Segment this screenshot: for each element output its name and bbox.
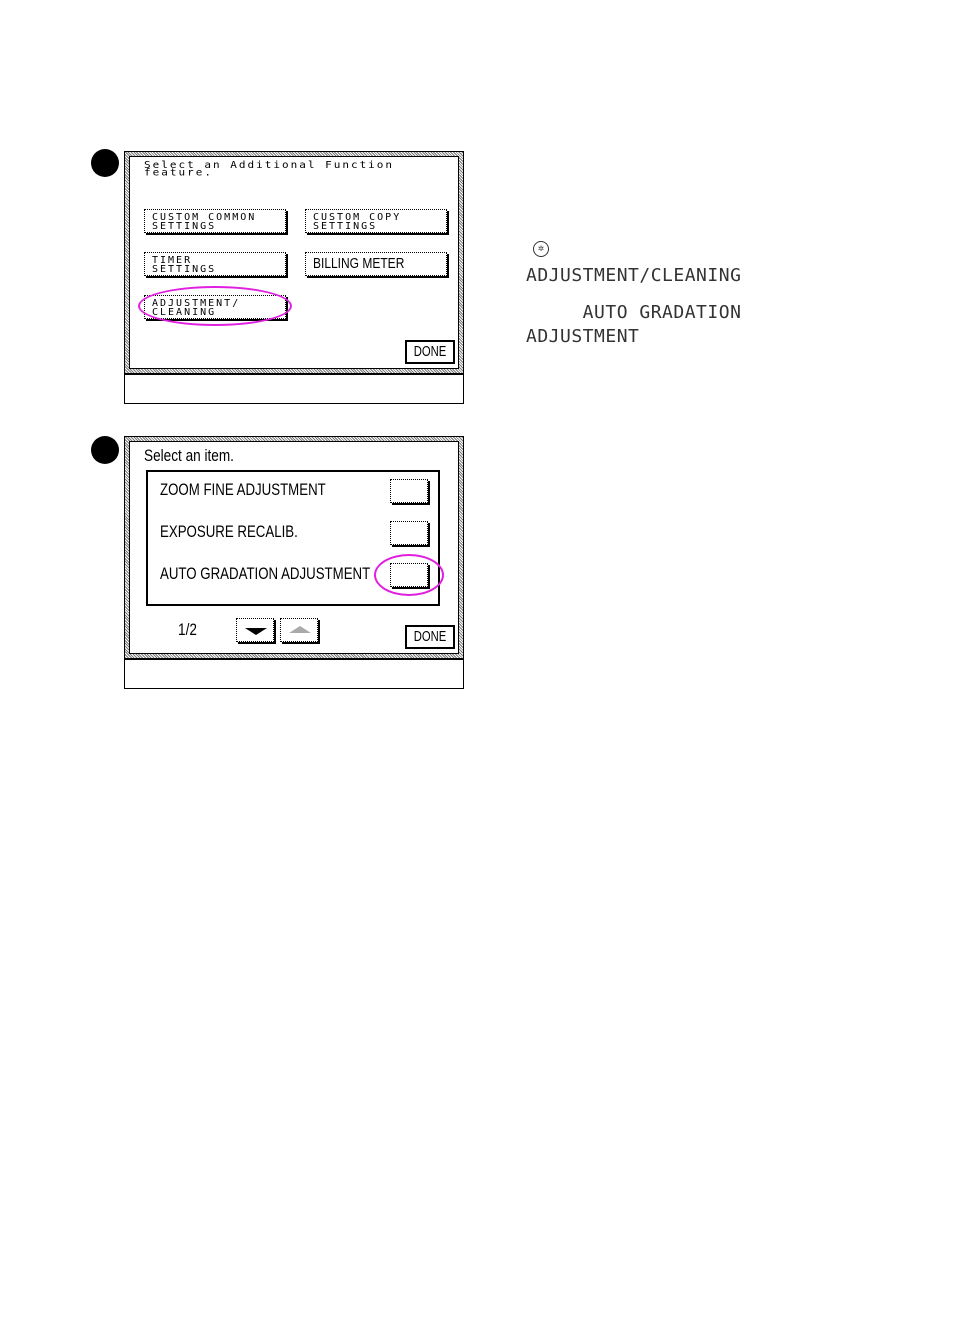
billing-meter-button[interactable]: BILLING METER xyxy=(305,252,447,276)
step-2-marker xyxy=(91,436,119,464)
touch-screen: Select an item. ZOOM FINE ADJUSTMENT EXP… xyxy=(125,437,463,658)
additional-functions-panel: Select an Additional Function feature. C… xyxy=(124,151,464,404)
item-list: ZOOM FINE ADJUSTMENT EXPOSURE RECALIB. A… xyxy=(146,470,444,606)
item-label: EXPOSURE RECALIB. xyxy=(160,522,298,541)
additional-functions-key-icon: ✲ xyxy=(533,241,549,257)
done-button[interactable]: DONE xyxy=(405,340,455,364)
screen-title: Select an item. xyxy=(144,446,234,465)
done-button[interactable]: DONE xyxy=(405,625,455,649)
exposure-recalib-button[interactable] xyxy=(390,521,428,545)
list-item: AUTO GRADATION ADJUSTMENT xyxy=(160,560,430,590)
instruction-line-2: AUTO GRADATION xyxy=(526,302,742,323)
button-label: SETTINGS xyxy=(152,221,217,232)
button-label: CLEANING xyxy=(152,307,217,318)
item-label: ZOOM FINE ADJUSTMENT xyxy=(160,480,326,499)
touch-screen: Select an Additional Function feature. C… xyxy=(125,152,463,373)
status-strip xyxy=(125,658,463,690)
done-label: DONE xyxy=(413,343,447,360)
screen-title: Select an Additional Function feature. xyxy=(144,160,394,177)
button-label: SETTINGS xyxy=(313,221,378,232)
button-label: BILLING METER xyxy=(313,255,405,272)
list-item: EXPOSURE RECALIB. xyxy=(160,518,430,548)
done-label: DONE xyxy=(413,628,447,645)
adjustment-cleaning-button[interactable]: ADJUSTMENT/CLEANING xyxy=(144,295,286,319)
auto-gradation-adjustment-button[interactable] xyxy=(390,563,428,587)
status-strip xyxy=(125,373,463,405)
button-label: SETTINGS xyxy=(152,264,217,275)
custom-copy-settings-button[interactable]: CUSTOM COPY SETTINGS xyxy=(305,209,447,233)
page-up-button[interactable] xyxy=(280,618,318,642)
arrow-down-icon xyxy=(245,628,267,635)
zoom-fine-adjustment-button[interactable] xyxy=(390,479,428,503)
select-item-panel: Select an item. ZOOM FINE ADJUSTMENT EXP… xyxy=(124,436,464,689)
item-label: AUTO GRADATION ADJUSTMENT xyxy=(160,564,371,583)
page-indicator: 1/2 xyxy=(178,620,197,639)
instruction-line-1: ADJUSTMENT/CLEANING xyxy=(526,265,742,286)
timer-settings-button[interactable]: TIMER SETTINGS xyxy=(144,252,286,276)
list-item: ZOOM FINE ADJUSTMENT xyxy=(160,476,430,506)
instruction-line-3: ADJUSTMENT xyxy=(526,326,640,347)
arrow-up-icon xyxy=(289,626,311,633)
step-1-marker xyxy=(91,149,119,177)
page-down-button[interactable] xyxy=(236,618,274,642)
custom-common-settings-button[interactable]: CUSTOM COMMON SETTINGS xyxy=(144,209,286,233)
